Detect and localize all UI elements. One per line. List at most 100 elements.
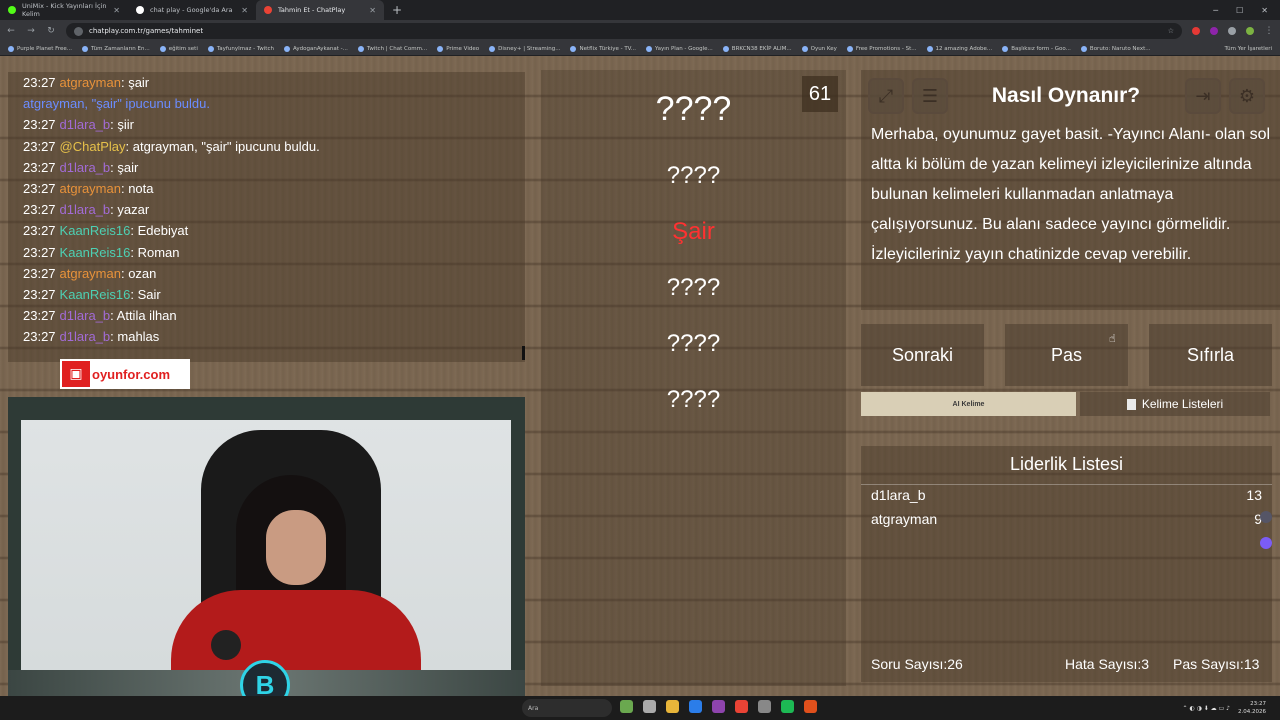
chat-message: 23:27 @ChatPlay: atgrayman, "şair" ipucun… (23, 136, 525, 157)
taskbar-apps (620, 700, 817, 713)
message-time: 23:27 (23, 223, 56, 239)
message-username[interactable]: KaanReis16 (60, 287, 131, 302)
spotify-icon[interactable] (781, 700, 794, 713)
hint-word-revealed: Şair (672, 218, 715, 245)
message-username[interactable]: d1lara_b (60, 202, 111, 217)
question-count: Soru Sayısı:26 (871, 656, 963, 672)
message-username[interactable]: d1lara_b (60, 329, 111, 344)
file-explorer-icon[interactable] (666, 700, 679, 713)
next-button[interactable]: Sonraki (861, 324, 984, 386)
message-username[interactable]: d1lara_b (60, 308, 111, 323)
search-label: Ara (528, 704, 539, 712)
obs-icon[interactable] (758, 700, 771, 713)
error-count: Hata Sayısı:3 (1065, 656, 1149, 672)
message-time: 23:27 (23, 286, 56, 302)
message-text: : Roman (130, 244, 180, 260)
chat-message: 23:27 d1lara_b: yazar (23, 199, 525, 220)
clock-time: 23:27 (1250, 701, 1266, 707)
message-time: 23:27 (23, 117, 56, 133)
windows-taskbar: Ara ⌃ ◐ ◑ ⬇ ☁ ▭ ♪ 23:27 2.04.2026 (0, 696, 1280, 720)
grid-icon[interactable] (1260, 511, 1272, 523)
message-time: 23:27 (23, 138, 56, 154)
word-lists-label: Kelime Listeleri (1141, 397, 1224, 411)
app-icon[interactable] (712, 700, 725, 713)
message-time: 23:27 (23, 180, 56, 196)
chat-message: 23:27 d1lara_b: şair (23, 157, 525, 178)
message-time: 23:27 (23, 308, 56, 324)
controller (211, 630, 241, 660)
message-username[interactable]: @ChatPlay (60, 139, 126, 154)
leaderboard-row: d1lara_b 13 (871, 487, 1262, 503)
webcam-video (21, 420, 511, 670)
secret-word: ???? (655, 90, 732, 128)
discord-icon[interactable] (1260, 537, 1272, 549)
clock-date: 2.04.2026 (1238, 709, 1266, 715)
message-username[interactable]: atgrayman (60, 75, 121, 90)
hint-word: ???? (666, 330, 721, 357)
taskbar-search[interactable]: Ara (522, 699, 612, 717)
chat-message: 23:27 KaanReis16: Roman (23, 242, 525, 263)
player-name: d1lara_b (871, 487, 926, 503)
message-time: 23:27 (23, 202, 56, 218)
scrollbar[interactable] (522, 346, 525, 360)
pass-count: Pas Sayısı:13 (1173, 656, 1259, 672)
ai-word-label: AI Kelime (952, 400, 985, 408)
message-time: 23:27 (23, 75, 56, 90)
how-to-play-text: Merhaba, oyunumuz gayet basit. -Yayıncı … (871, 126, 1271, 263)
message-username[interactable]: KaanReis16 (60, 223, 131, 238)
chat-message: 23:27 d1lara_b: şiir (23, 114, 525, 135)
player-name: atgrayman (871, 511, 938, 527)
message-text: : yazar (110, 202, 150, 218)
chat-message: 23:27 atgrayman: nota (23, 178, 525, 199)
chat-message: 23:27 KaanReis16: Sair (23, 284, 525, 305)
error-count-value: 3 (1141, 656, 1150, 672)
leaderboard-title: Liderlik Listesi (1009, 454, 1124, 474)
gear-icon[interactable]: ⚙ (1229, 78, 1265, 114)
word-lists-button[interactable]: Kelime Listeleri (1080, 392, 1270, 416)
message-text: : nota (120, 180, 154, 196)
message-time: 23:27 (23, 159, 56, 175)
message-username[interactable]: atgrayman (60, 181, 121, 196)
streamer-face (266, 510, 326, 585)
chat-message: 23:27 atgrayman: şair (23, 72, 525, 93)
clock[interactable]: 23:27 2.04.2026 (1238, 700, 1266, 716)
message-text: : şair (120, 75, 150, 90)
leaderboard-panel (861, 446, 1272, 682)
message-username[interactable]: d1lara_b (60, 160, 111, 175)
message-time: 23:27 (23, 244, 56, 260)
hint-word: ???? (666, 386, 721, 413)
side-icons (1260, 511, 1274, 549)
message-username[interactable]: d1lara_b (60, 117, 111, 132)
brave-icon[interactable] (804, 700, 817, 713)
chat-message: 23:27 d1lara_b: mahlas (23, 326, 525, 347)
page-content: 23:27 atgrayman: şair atgrayman, "şair" ip… (0, 56, 1280, 710)
tray-icons[interactable]: ⌃ ◐ ◑ ⬇ ☁ ▭ ♪ (1183, 705, 1230, 712)
message-username[interactable]: atgrayman (60, 266, 121, 281)
message-text: : Attila ilhan (110, 308, 177, 324)
leaderboard-row: atgrayman 9 (871, 511, 1262, 527)
streamer-shirt (171, 590, 421, 670)
sponsor-text: oyunfor.com (92, 366, 171, 382)
pass-count-value: 13 (1243, 656, 1260, 672)
divider (861, 484, 1272, 485)
message-text: : Edebiyat (130, 223, 189, 239)
message-text: : mahlas (110, 329, 160, 345)
reset-button[interactable]: Sıfırla (1149, 324, 1272, 386)
cat-widget-icon[interactable] (620, 700, 633, 713)
edge-icon[interactable] (689, 700, 702, 713)
system-tray: ⌃ ◐ ◑ ⬇ ☁ ▭ ♪ 23:27 2.04.2026 (1183, 700, 1266, 716)
document-icon (1126, 398, 1136, 410)
message-text: : şiir (110, 117, 134, 133)
ai-word-button[interactable]: AI Kelime (861, 392, 1076, 416)
chrome-icon[interactable] (735, 700, 748, 713)
exit-icon[interactable]: ⇥ (1185, 78, 1221, 114)
message-text: : ozan (120, 265, 157, 281)
message-time: 23:27 (23, 329, 56, 345)
twitch-logo-icon: ▣ (62, 361, 90, 387)
chat-panel: 23:27 atgrayman: şair atgrayman, "şair" ip… (8, 72, 525, 362)
pass-count-label: Pas Sayısı: (1173, 656, 1244, 672)
task-view-icon[interactable] (643, 700, 656, 713)
message-username[interactable]: KaanReis16 (60, 245, 131, 260)
hint-word: ???? (666, 274, 721, 301)
question-count-label: Soru Sayısı: (871, 656, 948, 672)
